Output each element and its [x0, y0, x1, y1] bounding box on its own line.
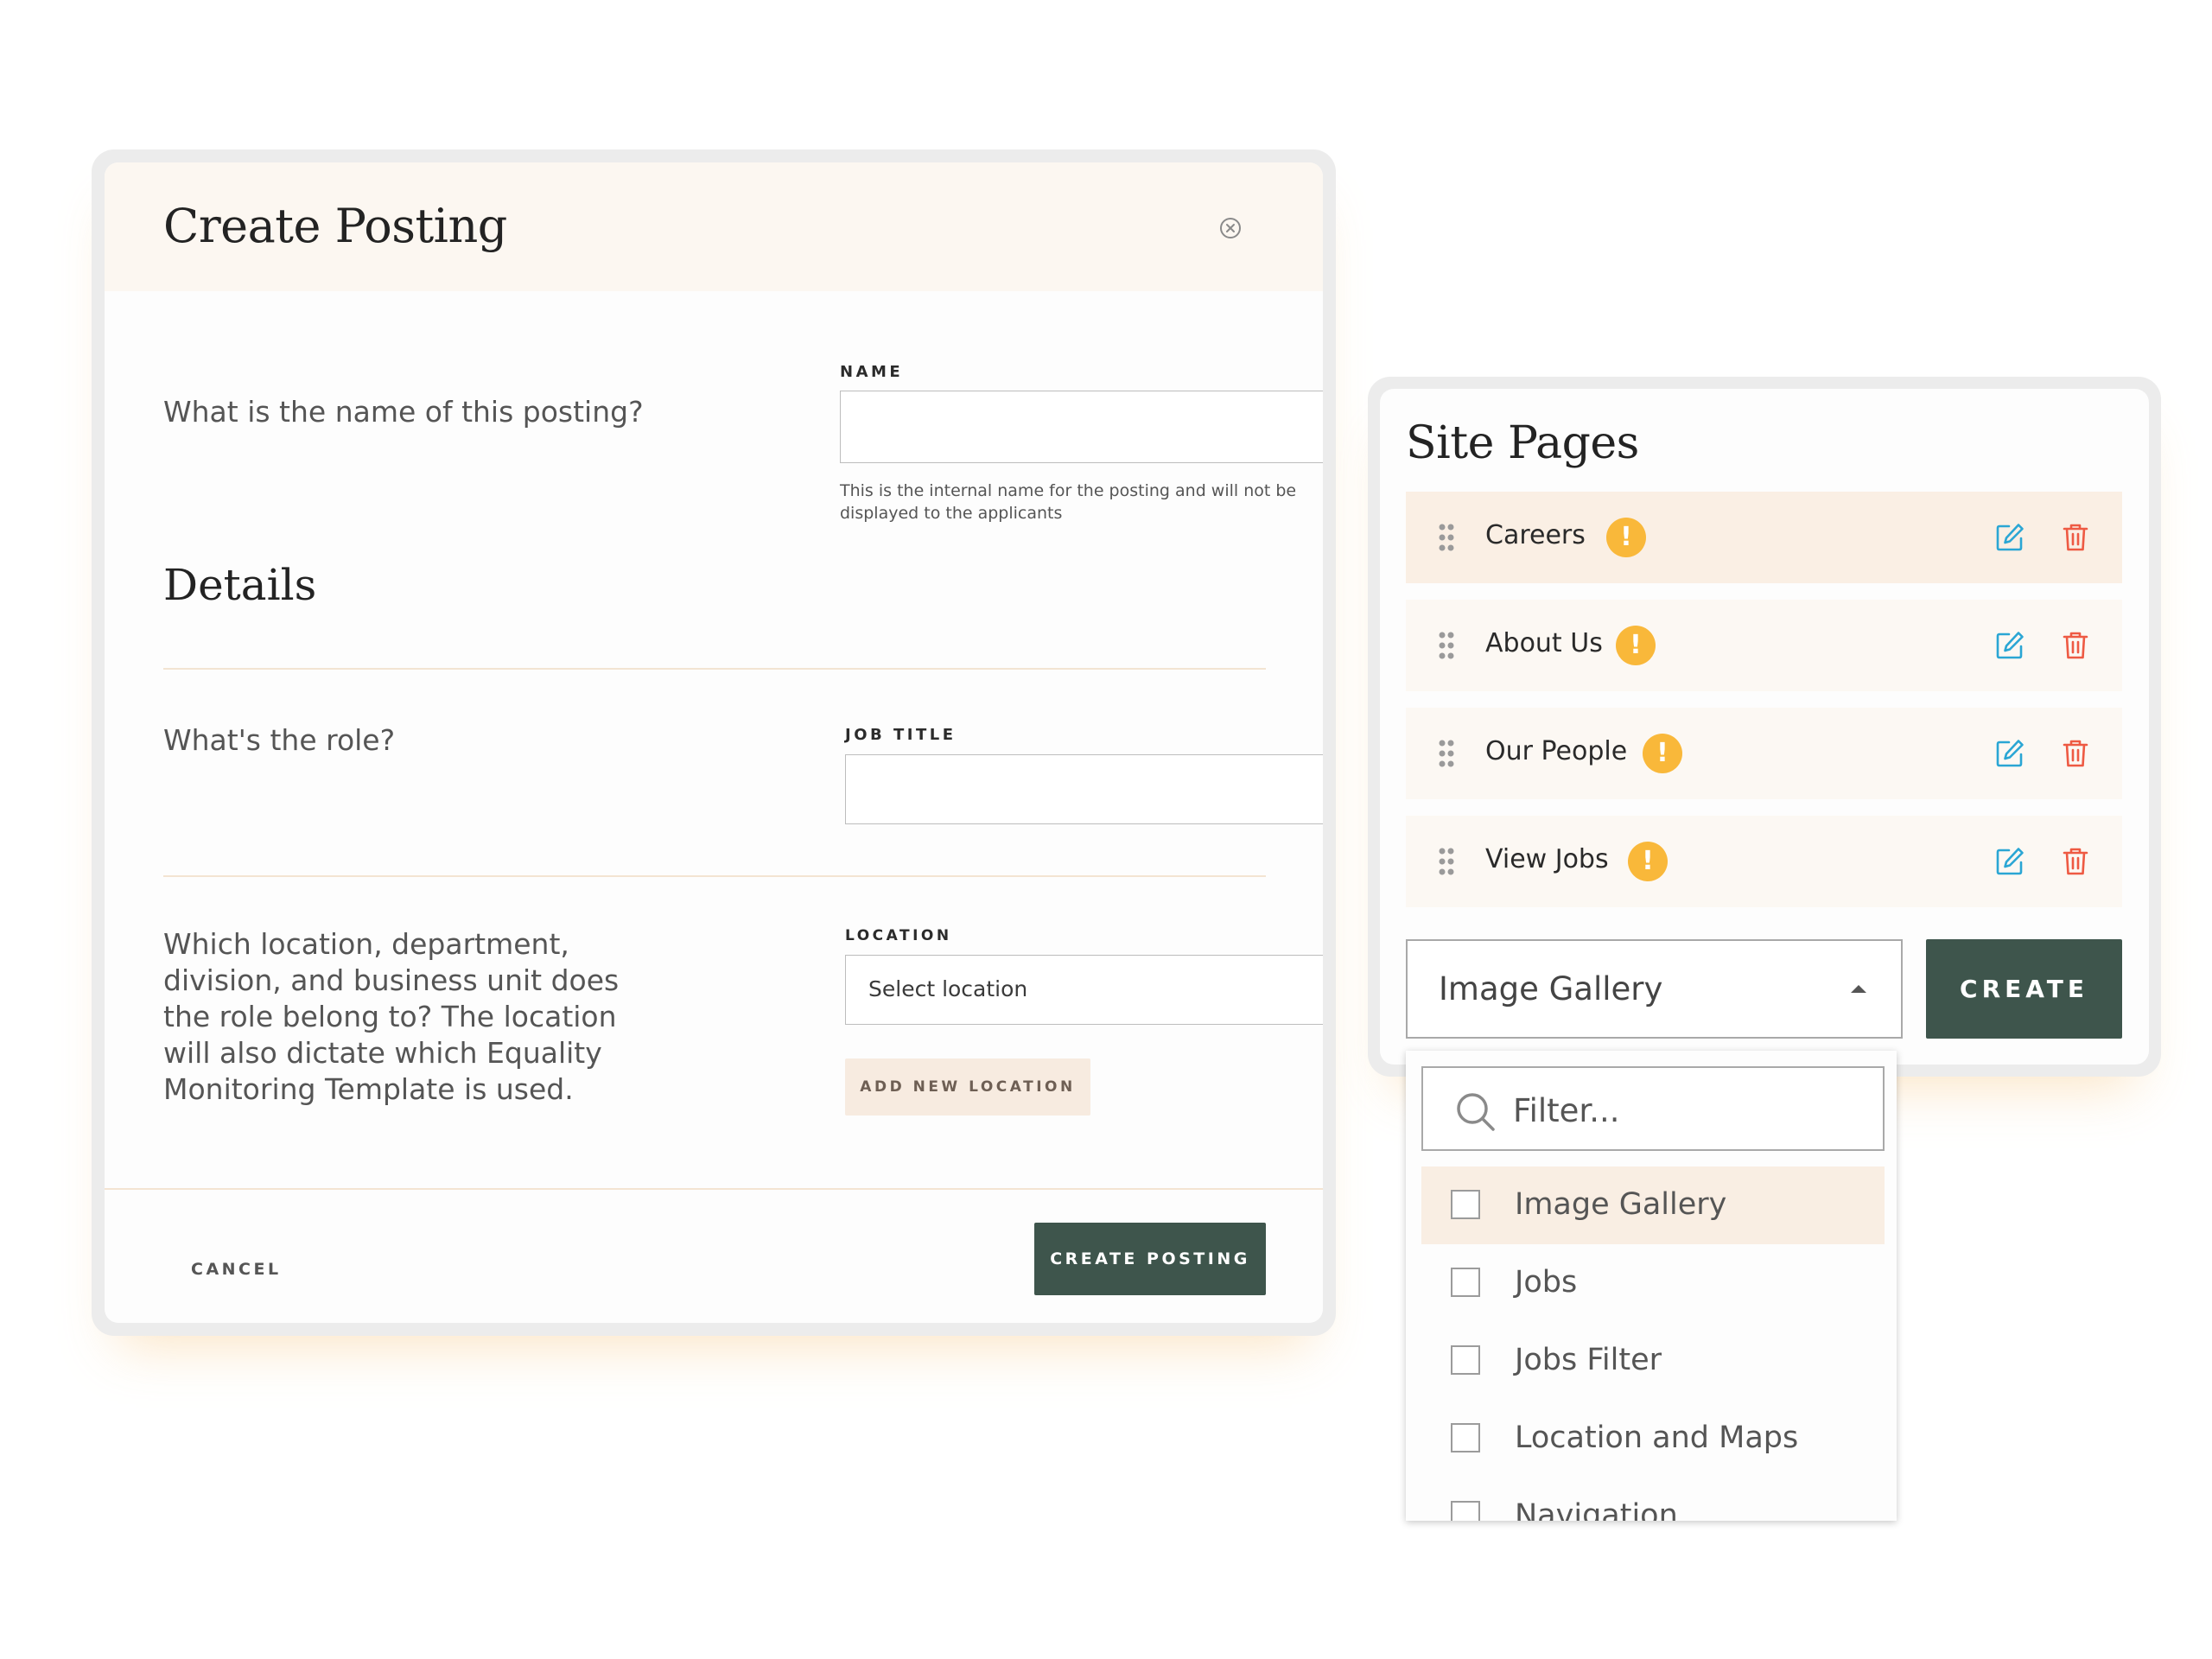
dropdown-option-image-gallery[interactable]: Image Gallery: [1421, 1166, 1885, 1244]
details-heading: Details: [163, 560, 317, 610]
page-row-about-us[interactable]: About Us !: [1406, 600, 2122, 691]
name-label: NAME: [840, 363, 904, 381]
create-posting-dialog-frame: Create Posting What is the name of this …: [92, 149, 1336, 1336]
name-question: What is the name of this posting?: [163, 395, 644, 429]
page-name: Careers: [1485, 520, 1586, 550]
dropdown-option-jobs[interactable]: Jobs: [1421, 1244, 1885, 1322]
option-label: Navigation: [1515, 1498, 1678, 1521]
dialog-header: Create Posting: [105, 162, 1323, 291]
page-name: View Jobs: [1485, 844, 1609, 874]
job-title-input[interactable]: [845, 754, 1323, 824]
role-question: What's the role?: [163, 723, 396, 757]
page-name: Our People: [1485, 736, 1628, 766]
search-icon: [1457, 1093, 1495, 1131]
dialog-title: Create Posting: [163, 199, 507, 253]
job-title-label: JOB TITLE: [845, 726, 957, 744]
site-pages-panel-frame: Site Pages Careers ! About Us ! Our Peop…: [1368, 377, 2161, 1077]
warning-icon: !: [1643, 734, 1682, 773]
location-label: LOCATION: [845, 927, 952, 944]
edit-icon[interactable]: [1995, 631, 2024, 660]
option-checkbox[interactable]: [1451, 1190, 1480, 1219]
option-checkbox[interactable]: [1451, 1501, 1480, 1521]
page-row-view-jobs[interactable]: View Jobs !: [1406, 816, 2122, 907]
option-label: Image Gallery: [1515, 1187, 1727, 1222]
page-name: About Us: [1485, 628, 1603, 658]
widget-select-value: Image Gallery: [1439, 970, 1663, 1007]
create-posting-dialog: Create Posting What is the name of this …: [105, 162, 1323, 1323]
create-posting-button[interactable]: CREATE POSTING: [1034, 1223, 1266, 1295]
site-pages-panel: Site Pages Careers ! About Us ! Our Peop…: [1380, 389, 2149, 1065]
trash-icon[interactable]: [2063, 631, 2088, 660]
warning-icon: !: [1606, 518, 1646, 557]
option-label: Location and Maps: [1515, 1421, 1799, 1455]
name-input[interactable]: [840, 391, 1323, 463]
site-pages-title: Site Pages: [1406, 417, 1639, 469]
trash-icon[interactable]: [2063, 739, 2088, 768]
location-select-value: Select location: [868, 976, 1028, 1001]
warning-icon: !: [1616, 626, 1656, 665]
create-button[interactable]: CREATE: [1926, 939, 2122, 1039]
dropdown-option-jobs-filter[interactable]: Jobs Filter: [1421, 1322, 1885, 1400]
trash-icon[interactable]: [2063, 847, 2088, 876]
divider: [163, 875, 1266, 877]
option-label: Jobs: [1515, 1265, 1578, 1300]
edit-icon[interactable]: [1995, 523, 2024, 552]
name-helper-text: This is the internal name for the postin…: [840, 481, 1297, 523]
footer-divider: [105, 1188, 1323, 1190]
location-select[interactable]: Select location: [845, 955, 1323, 1025]
cancel-button[interactable]: CANCEL: [174, 1251, 299, 1287]
option-checkbox[interactable]: [1451, 1345, 1480, 1375]
edit-icon[interactable]: [1995, 847, 2024, 876]
dropdown-option-navigation[interactable]: Navigation: [1421, 1478, 1885, 1521]
filter-field[interactable]: [1421, 1066, 1885, 1151]
dropdown-option-location-and-maps[interactable]: Location and Maps: [1421, 1400, 1885, 1478]
edit-icon[interactable]: [1995, 739, 2024, 768]
widget-type-select[interactable]: Image Gallery: [1406, 939, 1903, 1039]
option-label: Jobs Filter: [1515, 1343, 1662, 1377]
filter-input[interactable]: [1513, 1087, 1859, 1134]
close-icon[interactable]: [1219, 217, 1242, 239]
add-new-location-button[interactable]: ADD NEW LOCATION: [845, 1058, 1090, 1116]
option-checkbox[interactable]: [1451, 1268, 1480, 1297]
drag-handle-icon[interactable]: [1438, 739, 1455, 768]
widget-dropdown-menu: Image Gallery Jobs Jobs Filter Location …: [1406, 1051, 1897, 1521]
warning-icon: !: [1628, 842, 1668, 881]
drag-handle-icon[interactable]: [1438, 631, 1455, 660]
page-row-careers[interactable]: Careers !: [1406, 492, 2122, 583]
trash-icon[interactable]: [2063, 523, 2088, 552]
drag-handle-icon[interactable]: [1438, 523, 1455, 552]
page-row-our-people[interactable]: Our People !: [1406, 708, 2122, 799]
drag-handle-icon[interactable]: [1438, 847, 1455, 876]
caret-up-icon: [1851, 985, 1866, 993]
option-checkbox[interactable]: [1451, 1423, 1480, 1452]
location-question: Which location, department, division, an…: [163, 927, 620, 1106]
divider: [163, 668, 1266, 670]
